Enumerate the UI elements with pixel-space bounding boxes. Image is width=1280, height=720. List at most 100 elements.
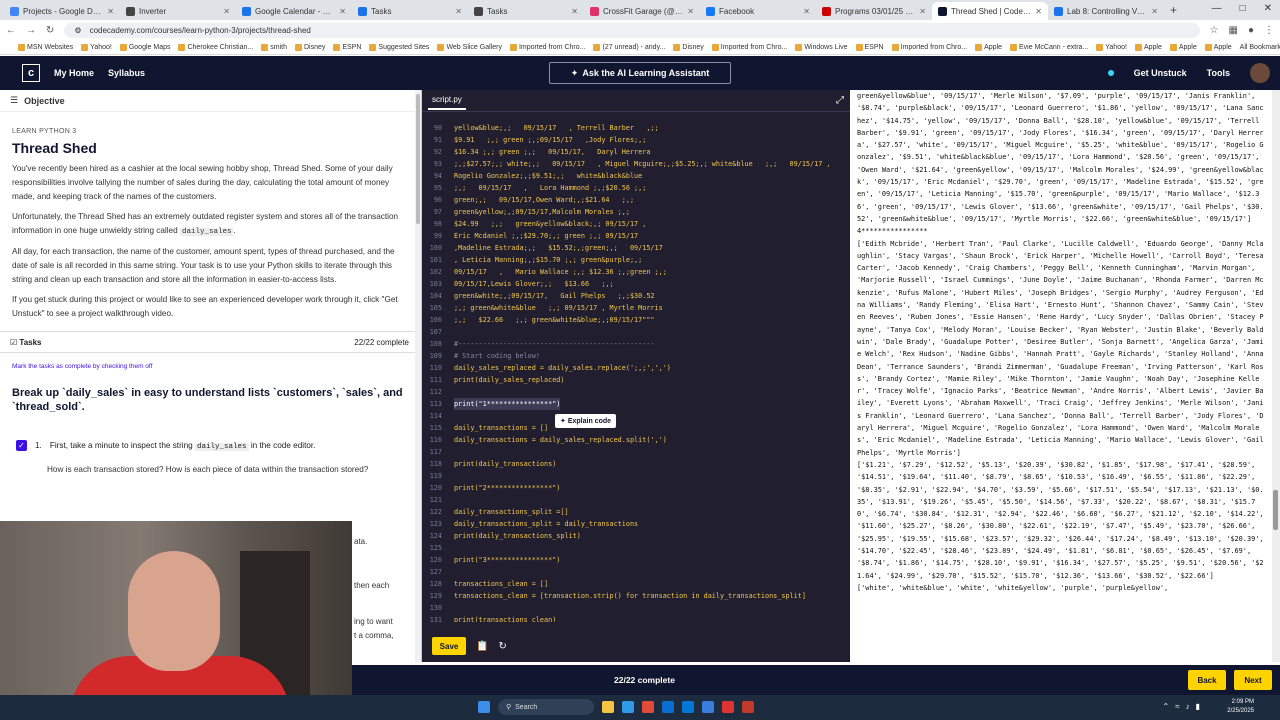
browser-tab[interactable]: Lab 8: Controlling Verbosity and✕ [1048,2,1164,20]
code-line[interactable]: 116 daily_transactions = daily_sales_repl… [422,434,850,446]
code-line[interactable]: 120 print("2****************") [422,482,850,494]
bookmark-item[interactable]: Disney [673,43,704,51]
recorder-icon[interactable] [742,701,754,713]
mark-tasks-link[interactable]: Mark the tasks as complete by checking t… [12,363,409,370]
code-line[interactable]: 130 [422,602,850,614]
bookmark-item[interactable]: ESPN [855,43,884,51]
codecademy-logo[interactable]: c [22,64,40,82]
browser-tab[interactable]: CrossFit Garage (@crossfitgarag ✕ [584,2,700,20]
menu-icon[interactable]: ⋮ [1264,25,1274,36]
bookmark-item[interactable]: Imported from Chro... [891,43,967,51]
extensions-icon[interactable]: ▦ [1229,25,1238,36]
code-line[interactable]: 112 [422,386,850,398]
all-bookmarks-button[interactable]: All Bookmarks [1240,44,1280,51]
ai-assistant-button[interactable]: ✦ Ask the AI Learning Assistant [549,62,731,84]
minimize-icon[interactable]: — [1212,3,1222,14]
browser-tab[interactable]: Programs 03/01/25 - First Saturd✕ [816,2,932,20]
output-terminal[interactable]: green&yellow&blue', '09/15/17', 'Merle W… [850,90,1272,662]
bookmark-item[interactable]: Web Slice Gallery [437,43,502,51]
close-tab-icon[interactable]: ✕ [1035,7,1042,16]
close-tab-icon[interactable]: ✕ [455,7,462,16]
code-line[interactable]: 126 print("3****************") [422,554,850,566]
edge-icon[interactable] [622,701,634,713]
bookmark-item[interactable]: Yahoo! [81,43,112,51]
code-line[interactable]: 104 green&white;,;09/15/17, Gail Phelps ;… [422,290,850,302]
code-line[interactable]: 115 daily_transactions = [] [422,422,850,434]
bookmark-item[interactable]: Imported from Chro... [711,43,787,51]
browser-tab[interactable]: Inverter ✕ [120,2,236,20]
reload-icon[interactable]: ↻ [46,25,54,36]
wifi-icon[interactable]: ≈ [1175,702,1179,711]
bookmark-item[interactable]: ESPN [333,43,361,51]
site-info-icon[interactable]: ⚙ [74,26,81,35]
save-button[interactable]: Save [432,637,466,655]
start-icon[interactable] [478,701,490,713]
code-line[interactable]: 103 09/15/17,Lewis Glover;,; $13.66 ;,; [422,278,850,290]
bookmark-item[interactable]: Evie McCann - extra... [1010,43,1088,51]
code-line[interactable]: 102 09/15/17 , Mario Wallace ;,; $12.36 ;… [422,266,850,278]
new-tab-button[interactable]: + [1170,3,1177,17]
code-line[interactable]: 98 $24.99 ;,; green&yellow&black;,; 09/15… [422,218,850,230]
output-scrollbar[interactable] [1272,90,1280,662]
code-line[interactable]: 101 , Leticia Manning;,;$15.70 ;,; green&… [422,254,850,266]
mail-icon[interactable] [682,701,694,713]
brave-icon[interactable] [722,701,734,713]
bookmark-item[interactable]: Apple [1169,43,1197,51]
instructions-scrollbar[interactable] [415,90,421,662]
code-line[interactable]: 129 transactions_clean = [transaction.str… [422,590,850,602]
code-line[interactable]: 131 print(transactions_clean) [422,614,850,622]
browser-tab[interactable]: Thread Shed | Codecademy✕ [932,2,1048,20]
maximize-icon[interactable]: □ [1240,3,1246,14]
get-unstuck-button[interactable]: Get Unstuck [1134,68,1187,78]
bookmark-item[interactable]: Apple [1204,43,1232,51]
bookmark-item[interactable]: Windows Live [795,43,848,51]
expand-icon[interactable]: ⤢ [836,95,844,106]
code-line[interactable]: 122 daily_transactions_split =[] [422,506,850,518]
code-line[interactable]: 91 $9.91 ;,; green ;,;09/15/17 ,Jody Flor… [422,134,850,146]
store-icon[interactable] [662,701,674,713]
my-home-link[interactable]: My Home [54,68,94,78]
code-line[interactable]: 106 ;,; $22.66 ;,; green&white&blue;,;09/… [422,314,850,326]
app-icon[interactable] [702,701,714,713]
browser-tab[interactable]: Google Calendar - Week of Februa ✕ [236,2,352,20]
close-tab-icon[interactable]: ✕ [1151,7,1158,16]
clock[interactable]: 2:09 PM 2/25/2025 [1227,698,1254,716]
file-explorer-icon[interactable] [602,701,614,713]
code-line[interactable]: 121 [422,494,850,506]
clipboard-icon[interactable]: 📋 [476,641,488,652]
chrome-icon[interactable] [642,701,654,713]
code-line[interactable]: 94 Rogelio Gonzalez;,;$9.51;,; white&blac… [422,170,850,182]
tools-button[interactable]: Tools [1207,68,1230,78]
close-tab-icon[interactable]: ✕ [571,7,578,16]
code-line[interactable]: 92 $16.34 ;,; green ;,; 09/15/17, Daryl H… [422,146,850,158]
code-line[interactable]: 93 ;,;$27.57;,; white;,; 09/15/17 , Migue… [422,158,850,170]
battery-icon[interactable]: ▮ [1196,702,1200,711]
code-line[interactable]: 117 [422,446,850,458]
code-line[interactable]: 111 print(daily_sales_replaced) [422,374,850,386]
browser-tab[interactable]: Projects - Google Docs ✕ [4,2,120,20]
bookmark-item[interactable]: (27 unread) - andy... [593,43,665,51]
code-line[interactable]: 105 ;,; green&white&blue ;,; 09/15/17 , M… [422,302,850,314]
code-line[interactable]: 123 daily_transactions_split = daily_tran… [422,518,850,530]
code-line[interactable]: 127 [422,566,850,578]
code-line[interactable]: 125 [422,542,850,554]
bookmark-item[interactable]: Imported from Chro... [509,43,585,51]
tasks-header[interactable]: ☑ Tasks 22/22 complete [0,331,421,353]
syllabus-link[interactable]: Syllabus [108,68,145,78]
code-line[interactable]: 128 transactions_clean = [] [422,578,850,590]
profile-icon[interactable]: ● [1248,25,1254,36]
close-tab-icon[interactable]: ✕ [919,7,926,16]
bookmark-item[interactable]: Apple [975,43,1002,51]
code-line[interactable]: 114 [422,410,850,422]
close-tab-icon[interactable]: ✕ [803,7,810,16]
bookmark-item[interactable]: MSN Websites [18,43,73,51]
avatar[interactable] [1250,63,1270,83]
code-line[interactable]: 113 print("1****************") [422,398,850,410]
code-line[interactable]: 119 [422,470,850,482]
close-tab-icon[interactable]: ✕ [687,7,694,16]
code-line[interactable]: 109 # Start coding below! [422,350,850,362]
url-field[interactable]: ⚙ codecademy.com/courses/learn-python-3/… [64,22,1200,38]
code-line[interactable]: 118 print(daily_transactions) [422,458,850,470]
bookmark-item[interactable]: Disney [294,43,325,51]
code-line[interactable]: 110 daily_sales_replaced = daily_sales.re… [422,362,850,374]
